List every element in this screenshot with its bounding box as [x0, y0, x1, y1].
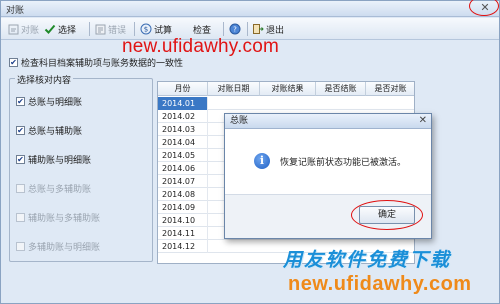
- month-cell: 2014.08: [158, 188, 208, 201]
- option-ledger-detail[interactable]: ✔ 总账与明细账: [16, 95, 82, 108]
- reconcile-window: 对账 ✕ 对账 选择 错误 $ 试算 检查 ? 退出 new.ufidawhy.…: [0, 0, 500, 304]
- consistency-checkbox-box[interactable]: ✔: [9, 58, 18, 67]
- toolbar-separator: [134, 22, 135, 36]
- month-cell: 2014.11: [158, 227, 208, 240]
- exit-label: 退出: [266, 25, 285, 36]
- column-header-month[interactable]: 月份: [158, 82, 208, 96]
- help-button[interactable]: ?: [229, 21, 241, 37]
- option-checkbox: [16, 242, 25, 251]
- option-multi-auxiliary-detail: 多辅助账与明细账: [16, 240, 100, 253]
- toolbar-separator: [89, 22, 90, 36]
- option-label: 总账与多辅助账: [28, 185, 92, 195]
- check-label: 检查: [193, 25, 212, 36]
- option-checkbox[interactable]: ✔: [16, 97, 25, 106]
- help-icon: ?: [229, 23, 241, 35]
- window-title: 对账: [6, 6, 25, 16]
- month-cell: 2014.03: [158, 123, 208, 136]
- month-cell: 2014.02: [158, 110, 208, 123]
- ok-annotation-circle: [351, 200, 423, 230]
- option-checkbox: [16, 213, 25, 222]
- option-ledger-auxiliary[interactable]: ✔ 总账与辅助账: [16, 124, 82, 137]
- dialog-title-bar: 总账 ✕: [225, 114, 431, 129]
- trial-balance-label: 试算: [154, 25, 173, 36]
- option-label: 多辅助账与明细账: [28, 243, 101, 253]
- exit-icon: [252, 23, 264, 35]
- option-checkbox[interactable]: ✔: [16, 155, 25, 164]
- month-cell: 2014.12: [158, 240, 208, 253]
- calculator-icon: $: [140, 23, 152, 35]
- column-header-reconcile-date[interactable]: 对账日期: [208, 82, 260, 96]
- reconcile-button[interactable]: 对账: [7, 21, 39, 37]
- errors-button[interactable]: 错误: [94, 21, 126, 37]
- month-cell: 2014.01: [158, 97, 208, 110]
- select-label: 选择: [58, 25, 77, 36]
- svg-text:$: $: [144, 26, 148, 34]
- column-header-reconciled[interactable]: 是否对账: [366, 82, 414, 96]
- option-label: 辅助账与多辅助账: [28, 214, 101, 224]
- month-cell: 2014.04: [158, 136, 208, 149]
- message-dialog: 总账 ✕ i 恢复记账前状态功能已被激活。 确定: [224, 113, 432, 239]
- dialog-footer: 确定: [225, 194, 431, 238]
- option-label: 总账与明细账: [28, 98, 83, 108]
- toolbar-separator: [247, 22, 248, 36]
- toolbar-separator: [223, 22, 224, 36]
- dialog-title: 总账: [230, 116, 249, 126]
- option-label: 辅助账与明细账: [28, 156, 92, 166]
- month-cell: 2014.07: [158, 175, 208, 188]
- option-label: 总账与辅助账: [28, 127, 83, 137]
- column-header-closed[interactable]: 是否结账: [316, 82, 366, 96]
- exit-button[interactable]: 退出: [252, 21, 284, 37]
- watermark-url-bottom: new.ufidawhy.com: [288, 273, 472, 295]
- dialog-close-button[interactable]: ✕: [419, 115, 427, 127]
- option-auxiliary-detail[interactable]: ✔ 辅助账与明细账: [16, 153, 91, 166]
- select-button[interactable]: 选择: [44, 21, 76, 37]
- option-checkbox[interactable]: ✔: [16, 126, 25, 135]
- errors-label: 错误: [108, 25, 127, 36]
- check-button[interactable]: 检查: [193, 21, 211, 37]
- reconcile-label: 对账: [21, 25, 40, 36]
- month-cell: 2014.09: [158, 201, 208, 214]
- option-checkbox: [16, 184, 25, 193]
- option-auxiliary-multi-auxiliary: 辅助账与多辅助账: [16, 211, 100, 224]
- month-cell: 2014.06: [158, 162, 208, 175]
- svg-text:?: ?: [233, 26, 237, 34]
- trial-balance-button[interactable]: $ 试算: [140, 21, 172, 37]
- checkmark-icon: [44, 23, 56, 35]
- close-annotation-circle: [469, 0, 499, 16]
- option-ledger-multi-auxiliary: 总账与多辅助账: [16, 182, 91, 195]
- info-icon: i: [254, 153, 270, 169]
- watermark-url-top: new.ufidawhy.com: [122, 36, 280, 57]
- month-cell: 2014.10: [158, 214, 208, 227]
- table-row[interactable]: 2014.01: [158, 97, 414, 110]
- reconcile-icon: [7, 23, 19, 35]
- reconcile-options-title: 选择核对内容: [15, 73, 74, 86]
- error-list-icon: [94, 23, 106, 35]
- consistency-checkbox[interactable]: ✔ 检查科目档案辅助项与账务数据的一致性: [9, 56, 183, 69]
- dialog-message: 恢复记账前状态功能已被激活。: [280, 158, 407, 168]
- column-header-reconcile-result[interactable]: 对账结果: [260, 82, 316, 96]
- consistency-checkbox-label: 检查科目档案辅助项与账务数据的一致性: [21, 59, 184, 69]
- watermark-text-bottom: 用友软件免费下载: [283, 250, 452, 271]
- month-cell: 2014.05: [158, 149, 208, 162]
- title-bar: 对账 ✕: [1, 0, 499, 17]
